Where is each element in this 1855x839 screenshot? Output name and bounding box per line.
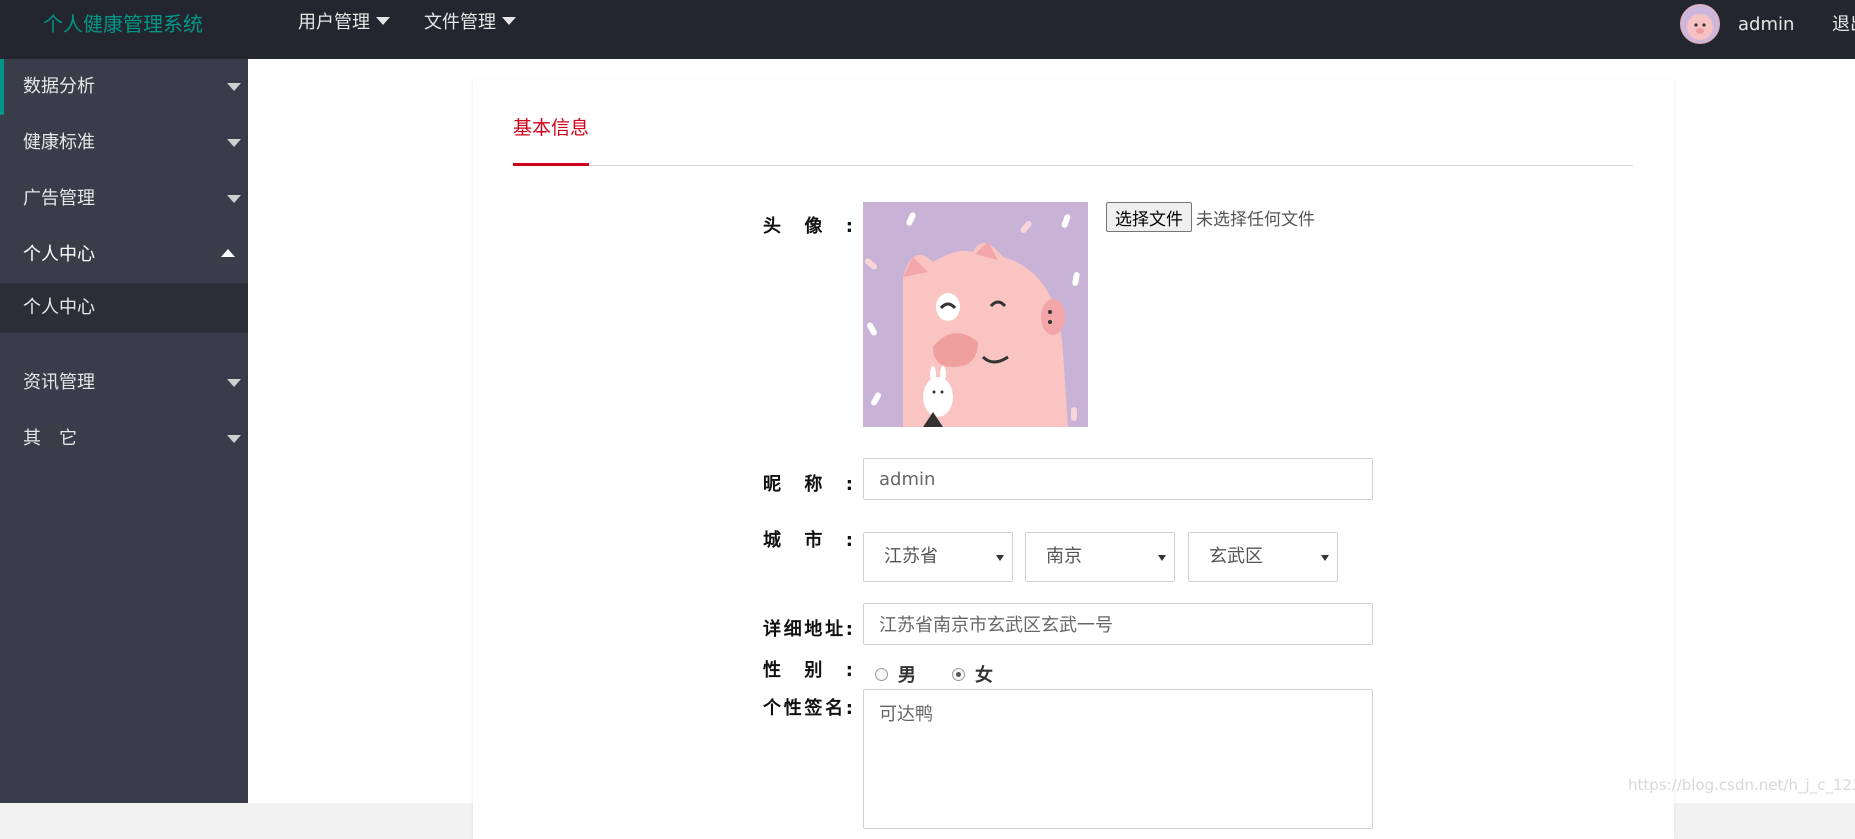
sidebar-item-label: 个人中心: [23, 244, 95, 265]
province-select[interactable]: 江苏省: [863, 532, 1013, 582]
sidebar-item-health-standard[interactable]: 健康标准: [0, 115, 248, 171]
caret-down-icon: [376, 17, 390, 25]
gender-radio-male[interactable]: [875, 667, 888, 681]
nickname-input[interactable]: [863, 458, 1373, 500]
select-caret-icon: [1321, 555, 1329, 561]
sidebar-item-label: 健康标准: [23, 132, 95, 153]
top-nav: 用户管理 文件管理: [298, 8, 516, 34]
sidebar-item-label: 数据分析: [23, 76, 95, 97]
nav-user-management[interactable]: 用户管理: [298, 8, 390, 34]
address-label: 详细地址:: [763, 615, 853, 641]
gender-radio-female[interactable]: [952, 667, 965, 681]
profile-card: 基本信息 头像: 选择文件 未选择任何文件 昵称: admin 城市: 江苏省 …: [473, 79, 1674, 839]
logout-link[interactable]: 退出: [1832, 10, 1855, 36]
main-content: 基本信息 头像: 选择文件 未选择任何文件 昵称: admin 城市: 江苏省 …: [248, 59, 1855, 839]
avatar-label-text: 头像:: [763, 216, 853, 237]
app-title[interactable]: 个人健康管理系统: [43, 8, 203, 37]
gender-radio-group: 男 女: [875, 661, 1029, 687]
avatar-label: 头像:: [763, 212, 853, 238]
address-label-text: 详细地址:: [763, 619, 853, 640]
address-input[interactable]: [863, 603, 1373, 645]
select-caret-icon: [996, 555, 1004, 561]
city-value: 南京: [1046, 546, 1082, 567]
city-label-text: 城市:: [763, 530, 853, 551]
avatar[interactable]: [1680, 4, 1720, 44]
sidebar-item-label: 其 它: [23, 428, 77, 449]
province-value: 江苏省: [884, 546, 938, 567]
district-value: 玄武区: [1209, 546, 1263, 567]
caret-down-icon: [227, 139, 241, 147]
file-status-text: 未选择任何文件: [1196, 209, 1315, 230]
caret-down-icon: [227, 379, 241, 387]
nav-file-management[interactable]: 文件管理: [424, 8, 516, 34]
sidebar-item-label: 资讯管理: [23, 372, 95, 393]
sidebar-subitem-personal-center[interactable]: 个人中心: [0, 283, 248, 333]
choose-file-button[interactable]: 选择文件: [1106, 202, 1192, 232]
nickname-label: 昵称:: [763, 470, 853, 496]
nav-label: 用户管理: [298, 12, 370, 33]
sidebar-item-label: 广告管理: [23, 188, 95, 209]
nav-label: 文件管理: [424, 12, 496, 33]
avatar-preview: [863, 202, 1088, 427]
gender-option-label[interactable]: 女: [975, 661, 993, 687]
signature-textarea[interactable]: 可达鸭: [863, 689, 1373, 829]
watermark: https://blog.csdn.net/h_j_c_123: [1628, 776, 1855, 794]
caret-up-icon: [221, 249, 235, 257]
sidebar-item-data-analysis[interactable]: 数据分析: [0, 59, 248, 115]
sidebar-item-other[interactable]: 其 它: [0, 411, 248, 467]
pig-avatar-image: [863, 202, 1088, 427]
sidebar-item-news-management[interactable]: 资讯管理: [0, 355, 248, 411]
nickname-label-text: 昵称:: [763, 474, 853, 495]
city-select[interactable]: 南京: [1025, 532, 1175, 582]
tab-basic-info[interactable]: 基本信息: [513, 113, 590, 166]
signature-label-text: 个性签名:: [763, 698, 853, 719]
sidebar-item-personal-center[interactable]: 个人中心: [0, 227, 248, 283]
select-caret-icon: [1158, 555, 1166, 561]
city-label: 城市:: [763, 526, 853, 552]
sidebar: 数据分析 健康标准 广告管理 个人中心 个人中心 资讯管理 其 它: [0, 59, 248, 803]
gender-option-label[interactable]: 男: [898, 661, 916, 687]
sidebar-item-ad-management[interactable]: 广告管理: [0, 171, 248, 227]
username: admin: [1738, 13, 1795, 35]
caret-down-icon: [227, 435, 241, 443]
caret-down-icon: [502, 17, 516, 25]
pig-avatar-icon: [1681, 5, 1719, 43]
gender-label-text: 性别:: [763, 660, 853, 681]
gender-label: 性别:: [763, 656, 853, 682]
top-header: 个人健康管理系统 用户管理 文件管理 admin 退出: [0, 0, 1855, 59]
file-picker: 选择文件 未选择任何文件: [1106, 202, 1315, 232]
caret-down-icon: [227, 195, 241, 203]
tab-bar: 基本信息: [513, 79, 1633, 166]
district-select[interactable]: 玄武区: [1188, 532, 1338, 582]
user-menu[interactable]: admin: [1680, 4, 1794, 44]
signature-label: 个性签名:: [763, 694, 853, 720]
caret-down-icon: [227, 83, 241, 91]
